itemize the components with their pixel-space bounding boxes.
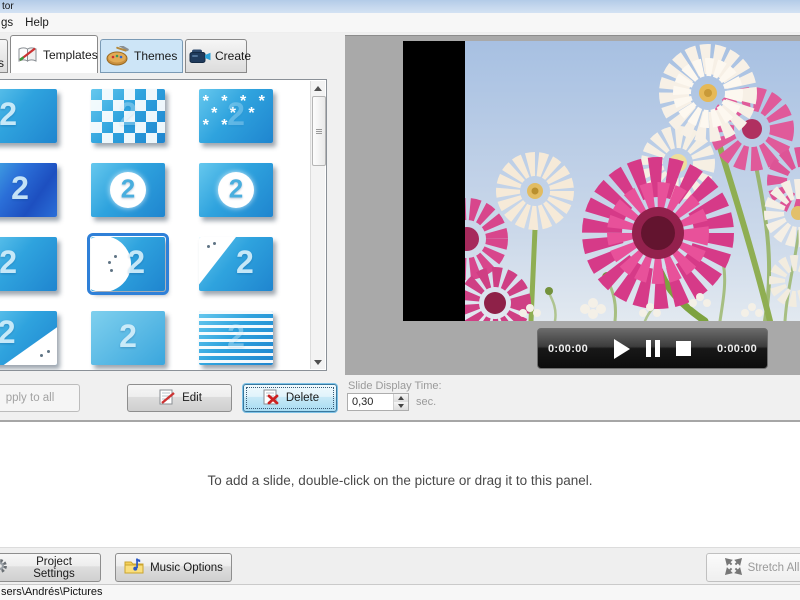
template-thumbnail[interactable]: 2 — [0, 311, 57, 365]
stop-button[interactable] — [671, 339, 696, 358]
book-pencil-icon — [16, 45, 39, 65]
total-time: 0:00:00 — [716, 342, 757, 355]
delete-button-label: Delete — [285, 392, 320, 404]
window-title: tor — [2, 1, 14, 12]
template-number: 2 — [235, 244, 254, 281]
slide-display-time-input[interactable] — [348, 394, 393, 410]
template-list-scrollbar[interactable] — [310, 81, 326, 369]
template-list: 2 2 2 2 2 2 2 2 2 2 2 2 — [0, 79, 327, 371]
stretch-all-label: Stretch All — [747, 561, 800, 574]
template-number: 2 — [11, 170, 29, 207]
template-thumbnail[interactable]: 2 — [199, 311, 273, 365]
project-settings-button[interactable]: Project Settings — [0, 553, 101, 582]
grip-icon — [316, 130, 322, 132]
template-thumbnail[interactable]: 2 — [91, 311, 165, 365]
flower-photo — [465, 41, 800, 321]
project-settings-label: Project Settings — [33, 555, 75, 580]
scroll-down-button[interactable] — [311, 355, 325, 369]
stop-icon — [676, 341, 691, 356]
template-thumbnail[interactable]: 2 — [199, 237, 273, 291]
play-button[interactable] — [609, 337, 635, 361]
pause-icon — [655, 340, 660, 357]
expand-arrows-icon — [724, 557, 742, 578]
music-options-label: Music Options — [150, 561, 223, 574]
tab-partial[interactable]: s — [0, 39, 8, 73]
tab-themes[interactable]: Themes — [100, 39, 183, 73]
tab-create[interactable]: Create — [185, 39, 251, 73]
slide-preview — [403, 41, 800, 321]
menu-item-help[interactable]: Help — [19, 13, 55, 33]
template-thumbnail[interactable]: 2 — [0, 163, 57, 217]
template-number: 2 — [0, 244, 18, 281]
template-thumbnail[interactable]: 2 — [91, 163, 165, 217]
notepad-x-icon — [261, 388, 280, 409]
title-bar: tor — [0, 0, 800, 13]
template-number: 2 — [0, 314, 16, 351]
folder-note-icon — [124, 557, 144, 578]
spinner-buttons — [393, 394, 408, 410]
slides-drop-area: To add a slide, double-click on the pict… — [0, 423, 800, 547]
scrollbar-thumb[interactable] — [312, 96, 326, 166]
playback-bar: 0:00:00 0:00:00 — [537, 328, 768, 369]
stretch-all-button[interactable]: Stretch All — [706, 553, 800, 582]
play-icon — [614, 338, 630, 359]
spin-up-button[interactable] — [394, 394, 408, 402]
letterbox-bar — [403, 41, 465, 321]
triangle-up-icon — [314, 85, 322, 91]
template-number: 2 — [228, 173, 244, 204]
template-number: 2 — [227, 96, 245, 133]
current-folder-path: sers\Andrés\Pictures — [1, 586, 103, 598]
templates-panel: s Templates Themes Create 2 2 * * * 2 2 … — [0, 33, 341, 420]
template-thumbnail[interactable]: 2 — [199, 89, 273, 143]
template-number: 2 — [119, 96, 137, 133]
tab-templates-label: Templates — [43, 47, 98, 62]
palette-icon — [106, 46, 130, 66]
template-number: 2 — [127, 244, 146, 281]
template-number: 2 — [227, 318, 245, 355]
template-thumbnail[interactable]: 2 — [199, 163, 273, 217]
menu-bar: gs Help — [0, 13, 800, 33]
elapsed-time: 0:00:00 — [548, 342, 589, 355]
edit-button[interactable]: Edit — [127, 384, 232, 412]
menu-item-settings[interactable]: gs — [0, 13, 19, 33]
video-camera-icon — [189, 47, 211, 65]
triangle-down-icon — [314, 359, 322, 365]
tab-strip: s Templates Themes Create — [0, 33, 341, 73]
gear-icon — [0, 558, 8, 577]
slide-display-time-label: Slide Display Time: — [348, 380, 442, 392]
apply-to-all-button[interactable]: pply to all — [0, 384, 80, 412]
notepad-pencil-icon — [157, 388, 176, 409]
pause-button[interactable] — [639, 338, 667, 359]
bottom-toolbar: Project Settings Music Options Stretch A… — [0, 547, 800, 584]
preview-area: 0:00:00 0:00:00 — [345, 35, 800, 375]
template-grid: 2 2 2 2 2 2 2 2 2 2 2 2 — [0, 89, 273, 365]
template-number: 2 — [120, 173, 136, 204]
triangle-down-icon — [398, 404, 404, 408]
tab-templates[interactable]: Templates — [10, 35, 98, 73]
tab-partial-label: s — [0, 56, 4, 70]
seconds-unit-label: sec. — [416, 396, 437, 408]
status-bar: sers\Andrés\Pictures — [0, 584, 800, 600]
playback-controls — [588, 337, 717, 361]
template-thumbnail[interactable]: 2 — [87, 233, 169, 295]
slide-display-time-spinbox — [347, 393, 409, 411]
template-number: 2 — [119, 318, 137, 355]
tab-themes-label: Themes — [134, 49, 178, 63]
tab-create-label: Create — [215, 49, 252, 63]
template-thumbnail[interactable]: 2 — [0, 89, 57, 143]
edit-button-label: Edit — [182, 392, 202, 404]
music-options-button[interactable]: Music Options — [115, 553, 232, 582]
template-thumbnail[interactable]: 2 — [91, 89, 165, 143]
template-thumbnail[interactable]: 2 — [0, 237, 57, 291]
triangle-up-icon — [398, 396, 404, 400]
pause-icon — [646, 340, 651, 357]
template-number: 2 — [0, 96, 18, 133]
preview-panel: 0:00:00 0:00:00 Slide Display Time: sec. — [341, 33, 800, 420]
scroll-up-button[interactable] — [311, 81, 325, 95]
slide-time-controls: Slide Display Time: sec. — [341, 375, 800, 420]
drop-hint-text: To add a slide, double-click on the pict… — [207, 473, 593, 488]
spin-down-button[interactable] — [394, 402, 408, 410]
delete-button[interactable]: Delete — [243, 384, 337, 412]
